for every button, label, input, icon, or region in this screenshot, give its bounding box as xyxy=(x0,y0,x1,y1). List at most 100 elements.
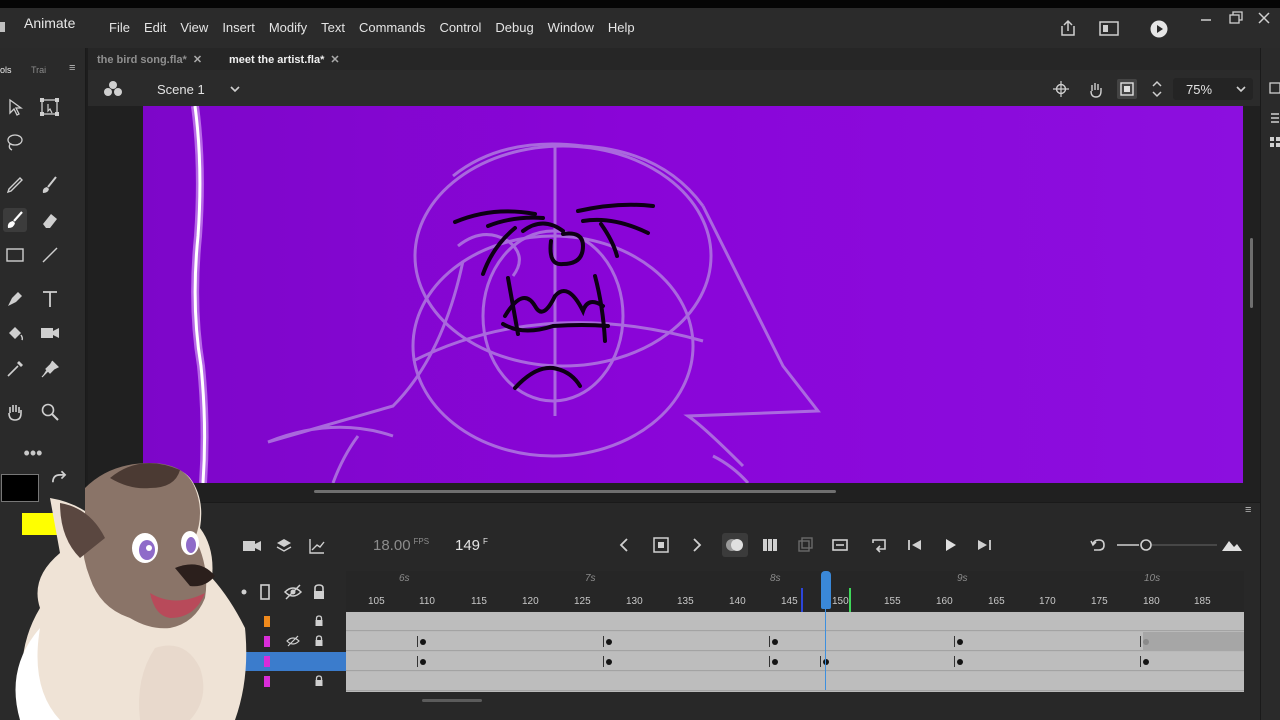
layer-row[interactable] xyxy=(234,612,346,631)
close-tab-icon[interactable]: ✕ xyxy=(330,54,339,66)
layer-frames-row[interactable] xyxy=(346,672,1244,691)
library-icon[interactable] xyxy=(1269,112,1280,124)
brush-tool-icon[interactable] xyxy=(4,209,26,231)
current-frame-readout[interactable]: 149 F xyxy=(455,537,488,554)
menu-modify[interactable]: Modify xyxy=(269,20,307,35)
menu-view[interactable]: View xyxy=(180,20,208,35)
keyframe[interactable] xyxy=(606,639,612,645)
keyframe[interactable] xyxy=(823,659,829,665)
menu-window[interactable]: Window xyxy=(548,20,594,35)
keyframe[interactable] xyxy=(1143,659,1149,665)
edit-multiple-frames-icon[interactable] xyxy=(759,535,781,555)
edit-symbol-icon[interactable] xyxy=(103,80,123,98)
menu-text[interactable]: Text xyxy=(321,20,345,35)
tab-transform[interactable]: Trai xyxy=(31,65,46,75)
play-timeline-icon[interactable] xyxy=(939,535,961,555)
keyframe[interactable] xyxy=(772,659,778,665)
onion-skin-start-marker[interactable] xyxy=(801,588,803,612)
line-tool-icon[interactable] xyxy=(39,244,61,266)
panel-menu-icon[interactable]: ≡ xyxy=(69,62,75,74)
keyframe[interactable] xyxy=(772,639,778,645)
layer-frames-row[interactable] xyxy=(346,612,1244,631)
hidden-eye-icon[interactable] xyxy=(286,635,300,647)
doc-tab-bird-song[interactable]: the bird song.fla* ✕ xyxy=(97,53,202,66)
rectangle-tool-icon[interactable] xyxy=(4,244,26,266)
mountains-icon[interactable] xyxy=(1220,535,1244,555)
timeline-menu-icon[interactable]: ≡ xyxy=(1245,504,1251,516)
step-forward-icon[interactable] xyxy=(973,535,995,555)
fps-readout[interactable]: 18.00 FPS xyxy=(373,537,429,554)
keyframe[interactable] xyxy=(957,639,963,645)
insert-keyframe-icon[interactable] xyxy=(650,535,672,555)
menu-insert[interactable]: Insert xyxy=(222,20,255,35)
doc-tab-meet-the-artist[interactable]: meet the artist.fla* ✕ xyxy=(229,53,340,66)
paint-bucket-tool-icon[interactable] xyxy=(4,322,26,344)
pin-tool-icon[interactable] xyxy=(39,358,61,380)
assets-icon[interactable] xyxy=(1269,136,1280,148)
layer-row[interactable] xyxy=(234,672,346,691)
free-transform-tool-icon[interactable] xyxy=(39,96,61,118)
menu-file[interactable]: File xyxy=(109,20,130,35)
lock-icon[interactable] xyxy=(314,615,324,627)
center-stage-icon[interactable] xyxy=(1052,80,1070,98)
menu-control[interactable]: Control xyxy=(439,20,481,35)
properties-icon[interactable] xyxy=(1269,82,1280,94)
fit-stage-icon[interactable] xyxy=(1150,79,1164,99)
layer-depth-icon[interactable] xyxy=(275,537,293,555)
loop-playback-icon[interactable] xyxy=(829,535,851,555)
lock-icon[interactable] xyxy=(314,675,324,687)
menu-help[interactable]: Help xyxy=(608,20,635,35)
rotate-stage-icon[interactable] xyxy=(1085,79,1105,99)
lock-all-icon[interactable] xyxy=(311,583,327,601)
keyframe[interactable] xyxy=(957,659,963,665)
lasso-tool-icon[interactable] xyxy=(4,131,26,153)
onion-skin-end-marker[interactable] xyxy=(849,588,851,612)
visibility-hidden-icon[interactable] xyxy=(283,583,303,601)
menu-debug[interactable]: Debug xyxy=(495,20,533,35)
close-icon[interactable] xyxy=(1256,11,1272,25)
layer-color-swatch[interactable] xyxy=(264,636,270,647)
play-icon[interactable] xyxy=(1150,20,1168,38)
eyedropper-tool-icon[interactable] xyxy=(4,358,26,380)
camera-tool-icon[interactable] xyxy=(39,322,61,344)
share-icon[interactable] xyxy=(1058,19,1078,37)
minimize-icon[interactable] xyxy=(1198,13,1214,25)
pencil-tool-icon[interactable] xyxy=(4,174,26,196)
lock-icon[interactable] xyxy=(314,635,324,647)
pen-tool-icon[interactable] xyxy=(4,288,26,310)
layer-frames-row[interactable] xyxy=(346,652,1244,671)
paint-brush-tool-icon[interactable] xyxy=(39,174,61,196)
menu-commands[interactable]: Commands xyxy=(359,20,425,35)
outline-icon[interactable] xyxy=(259,583,271,601)
chevron-down-icon[interactable] xyxy=(229,84,241,94)
panel-icon[interactable] xyxy=(1099,21,1119,36)
eraser-tool-icon[interactable] xyxy=(39,209,61,231)
undo-icon[interactable] xyxy=(1087,535,1109,555)
layer-frames-row[interactable] xyxy=(346,632,1244,651)
frame-zoom-slider[interactable] xyxy=(1117,537,1217,553)
stage-horizontal-scrollbar[interactable] xyxy=(314,490,836,493)
restore-icon[interactable] xyxy=(1228,11,1244,25)
text-tool-icon[interactable] xyxy=(39,288,61,310)
step-back-icon[interactable] xyxy=(904,535,926,555)
timeline-horizontal-scrollbar[interactable] xyxy=(422,699,482,702)
tab-tools[interactable]: ols xyxy=(0,65,12,75)
layer-color-swatch[interactable] xyxy=(264,656,270,667)
scene-selector[interactable]: Scene 1 xyxy=(157,82,205,97)
onion-outline-icon[interactable] xyxy=(794,535,816,555)
keyframe[interactable] xyxy=(420,659,426,665)
playhead[interactable] xyxy=(821,571,831,609)
close-tab-icon[interactable]: ✕ xyxy=(193,54,202,66)
loop-icon[interactable] xyxy=(868,535,890,555)
zoom-tool-icon[interactable] xyxy=(39,401,61,423)
menu-edit[interactable]: Edit xyxy=(144,20,166,35)
previous-keyframe-icon[interactable] xyxy=(614,535,636,555)
stage-canvas[interactable] xyxy=(143,106,1243,483)
next-keyframe-icon[interactable] xyxy=(685,535,707,555)
stage-vertical-scrollbar[interactable] xyxy=(1250,238,1253,308)
keyframe[interactable] xyxy=(1143,639,1149,645)
selection-tool-icon[interactable] xyxy=(4,96,26,118)
layer-color-swatch[interactable] xyxy=(264,616,270,627)
keyframe[interactable] xyxy=(606,659,612,665)
graph-icon[interactable] xyxy=(308,537,326,555)
